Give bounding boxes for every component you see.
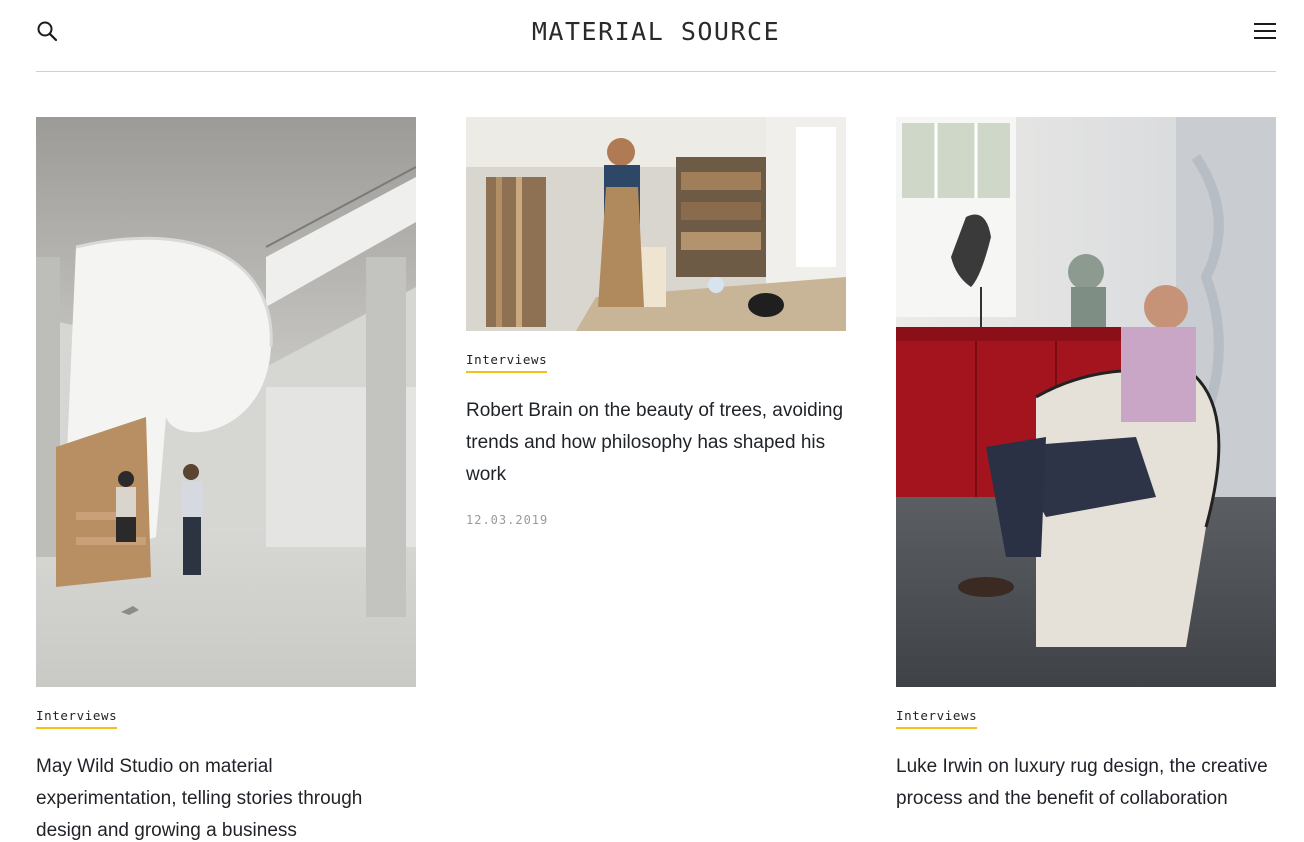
article-image[interactable] — [896, 117, 1276, 687]
site-header: MATERIAL SOURCE — [36, 0, 1276, 72]
article-title[interactable]: Robert Brain on the beauty of trees, avo… — [466, 395, 846, 491]
article-image[interactable] — [36, 117, 416, 687]
menu-bar — [1254, 37, 1276, 39]
article-card: Interviews Robert Brain on the beauty of… — [466, 117, 846, 527]
article-card: Interviews May Wild Studio on material e… — [36, 117, 416, 842]
article-title[interactable]: May Wild Studio on material experimentat… — [36, 751, 416, 842]
category-tag[interactable]: Interviews — [466, 352, 548, 373]
category-tag[interactable]: Interviews — [896, 708, 978, 729]
category-tag[interactable]: Interviews — [36, 708, 118, 729]
article-date: 12.03.2019 — [466, 513, 549, 527]
article-title[interactable]: Luke Irwin on luxury rug design, the cre… — [896, 751, 1276, 815]
hamburger-menu-icon[interactable] — [1254, 22, 1276, 40]
site-logo[interactable]: MATERIAL SOURCE — [36, 17, 1276, 46]
article-image[interactable] — [466, 117, 846, 331]
menu-bar — [1254, 23, 1276, 25]
menu-bar — [1254, 30, 1276, 32]
article-card: Interviews Luke Irwin on luxury rug desi… — [896, 117, 1276, 815]
